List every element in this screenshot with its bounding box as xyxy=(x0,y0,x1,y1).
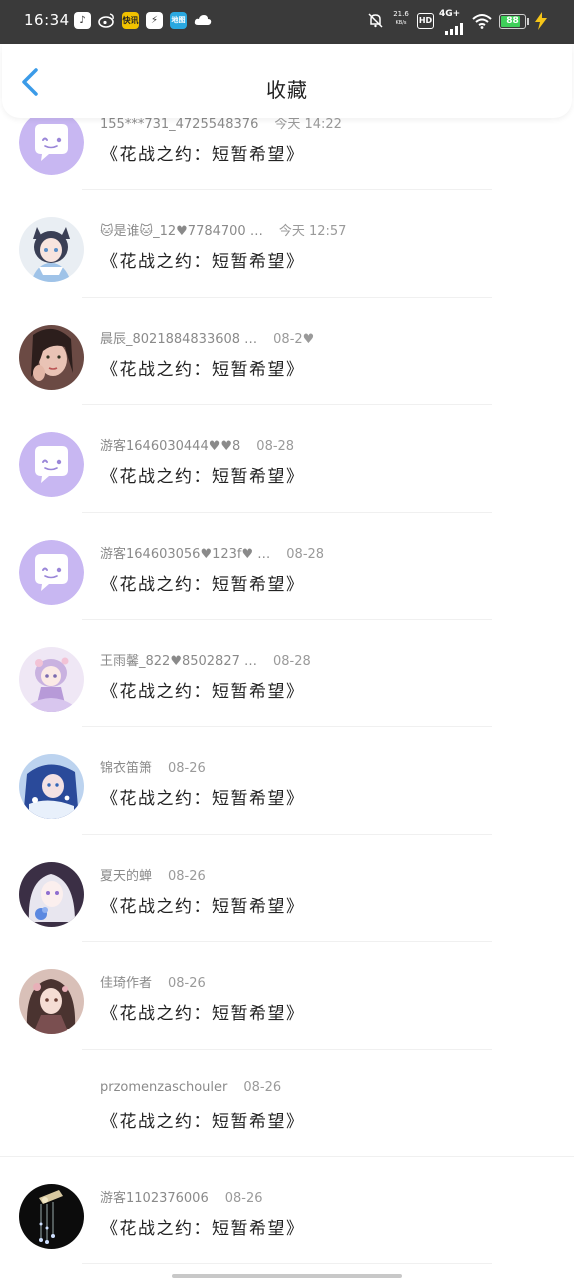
item-content[interactable]: 《花战之约：短暂希望》 xyxy=(101,1107,305,1132)
list-item[interactable]: 游客164603056♥123f♥ … 08-28 《花战之约：短暂希望》 xyxy=(0,513,574,620)
item-content[interactable]: 《花战之约：短暂希望》 xyxy=(101,784,305,809)
battery-level: 88 xyxy=(506,16,519,26)
charging-icon xyxy=(533,12,549,34)
list-item[interactable]: 🐱是谁🐱_12♥7784700 … 今天 12:57 《花战之约：短暂希望》 xyxy=(0,190,574,298)
username[interactable]: 155***731_4725548376 xyxy=(100,117,258,132)
flash-icon: ⚡ xyxy=(146,12,163,29)
timestamp: 08-26 xyxy=(168,868,206,884)
signal-icon xyxy=(445,20,465,39)
list-item[interactable]: 锦衣笛箫 08-26 《花战之约：短暂希望》 xyxy=(0,727,574,835)
news-icon: 快讯 xyxy=(122,12,139,29)
timestamp: 08-26 xyxy=(243,1079,282,1095)
timestamp: 08-26 xyxy=(168,976,206,992)
list-item[interactable]: przomenzaschouler 08-26 《花战之约：短暂希望》 xyxy=(0,1050,574,1157)
list-item[interactable]: 晨辰_8021884833608 … 08-2♥ 《花战之约：短暂希望》 xyxy=(0,298,574,406)
username[interactable]: 游客1102376006 xyxy=(100,1187,209,1206)
hd-badge: HD xyxy=(417,13,434,29)
status-time: 16:34 xyxy=(24,11,70,29)
default-chat-avatar[interactable] xyxy=(19,539,84,605)
list-item[interactable]: 夏天的蝉 08-26 《花战之约：短暂希望》 xyxy=(0,835,574,943)
item-content[interactable]: 《花战之约：短暂希望》 xyxy=(101,999,305,1024)
timestamp: 08-26 xyxy=(168,761,206,777)
divider xyxy=(82,1263,492,1265)
item-content[interactable]: 《花战之约：短暂希望》 xyxy=(101,892,305,917)
list-item[interactable]: 游客1646030444♥♥8 08-28 《花战之约：短暂希望》 xyxy=(0,405,574,513)
status-bar: 16:34 ♪ 快讯 ⚡ 地图 21.6 KB/s HD 4G+ 88 xyxy=(0,0,574,44)
username[interactable]: 佳琦作者 xyxy=(100,972,152,991)
battery-icon: 88 xyxy=(499,14,526,29)
top-bar: 收藏 xyxy=(2,44,572,118)
username[interactable]: 夏天的蝉 xyxy=(100,865,152,884)
username[interactable]: 游客164603056♥123f♥ … xyxy=(100,543,270,562)
net-speed: 21.6 KB/s xyxy=(393,10,409,26)
wifi-icon xyxy=(472,13,492,33)
anime-girl-white-hair-avatar[interactable] xyxy=(19,861,84,927)
item-content[interactable]: 《花战之约：短暂希望》 xyxy=(101,247,305,272)
cloud-icon xyxy=(194,12,212,29)
mute-bell-icon xyxy=(367,12,384,29)
timestamp: 今天 12:57 xyxy=(278,224,347,240)
default-chat-avatar[interactable] xyxy=(19,110,84,175)
item-meta: 王雨馨_822♥8502827 … 08-28 xyxy=(100,650,311,669)
battery-tip xyxy=(527,18,529,25)
item-meta: 夏天的蝉 08-26 xyxy=(100,865,206,884)
item-content[interactable]: 《花战之约：短暂希望》 xyxy=(101,462,305,487)
timestamp: 08-28 xyxy=(256,439,295,455)
item-content[interactable]: 《花战之约：短暂希望》 xyxy=(101,355,305,380)
username[interactable]: przomenzaschouler xyxy=(100,1080,227,1095)
timestamp: 08-28 xyxy=(286,546,325,562)
item-meta: przomenzaschouler 08-26 xyxy=(100,1080,281,1095)
item-meta: 游客1646030444♥♥8 08-28 xyxy=(100,435,294,454)
tiktok-icon: ♪ xyxy=(74,12,91,29)
page-title: 收藏 xyxy=(266,78,308,102)
item-content[interactable]: 《花战之约：短暂希望》 xyxy=(101,1214,305,1239)
username[interactable]: 晨辰_8021884833608 … xyxy=(100,328,257,347)
item-meta: 游客164603056♥123f♥ … 08-28 xyxy=(100,543,324,562)
favorites-list: 155***731_4725548376 今天 14:22 《花战之约：短暂希望》… xyxy=(0,83,574,1265)
home-indicator[interactable] xyxy=(172,1274,402,1278)
default-chat-avatar[interactable] xyxy=(19,432,84,498)
username[interactable]: 锦衣笛箫 xyxy=(100,757,152,776)
username[interactable]: 王雨馨_822♥8502827 … xyxy=(100,650,257,669)
item-content[interactable]: 《花战之约：短暂希望》 xyxy=(101,570,305,595)
dark-hair-ornament-avatar[interactable] xyxy=(19,1183,84,1249)
empty-avatar[interactable] xyxy=(19,1076,84,1142)
item-content[interactable]: 《花战之约：短暂希望》 xyxy=(101,140,305,165)
anime-girl-brown-avatar[interactable] xyxy=(19,969,84,1035)
list-item[interactable]: 佳琦作者 08-26 《花战之约：短暂希望》 xyxy=(0,942,574,1050)
item-meta: 🐱是谁🐱_12♥7784700 … 今天 12:57 xyxy=(100,220,346,239)
item-meta: 游客1102376006 08-26 xyxy=(100,1187,263,1206)
list-item[interactable]: 王雨馨_822♥8502827 … 08-28 《花战之约：短暂希望》 xyxy=(0,620,574,728)
item-meta: 晨辰_8021884833608 … 08-2♥ xyxy=(100,328,314,347)
item-meta: 锦衣笛箫 08-26 xyxy=(100,757,206,776)
list-item[interactable]: 游客1102376006 08-26 《花战之约：短暂希望》 xyxy=(0,1157,574,1265)
map-icon: 地图 xyxy=(170,12,187,29)
timestamp: 08-28 xyxy=(273,653,311,669)
anime-girl-lilac-avatar[interactable] xyxy=(19,646,84,712)
anime-girl-cat-ears-avatar[interactable] xyxy=(19,217,84,283)
anime-girl-blue-avatar[interactable] xyxy=(19,754,84,820)
photo-girl-avatar[interactable] xyxy=(19,324,84,390)
username[interactable]: 游客1646030444♥♥8 xyxy=(100,435,240,454)
username[interactable]: 🐱是谁🐱_12♥7784700 … xyxy=(100,220,263,239)
timestamp: 08-2♥ xyxy=(273,331,315,347)
timestamp: 08-26 xyxy=(224,1190,263,1206)
item-meta: 佳琦作者 08-26 xyxy=(100,972,206,991)
weibo-icon xyxy=(98,12,115,29)
network-type: 4G+ xyxy=(439,9,461,19)
item-content[interactable]: 《花战之约：短暂希望》 xyxy=(101,677,305,702)
